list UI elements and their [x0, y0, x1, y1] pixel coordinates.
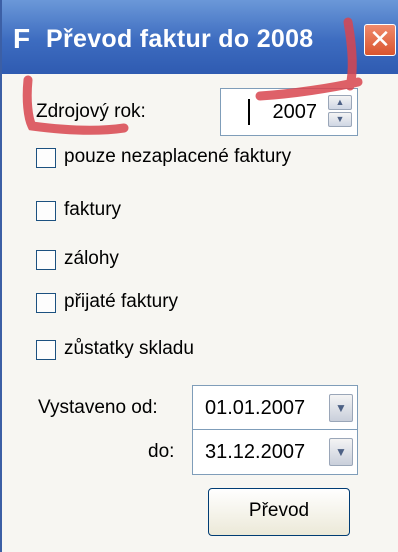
source-year-label: Zdrojový rok:: [36, 101, 146, 122]
checkbox-label: přijaté faktury: [64, 291, 179, 312]
checkbox-deposits[interactable]: [36, 250, 56, 270]
title-bar[interactable]: F Převod faktur do 2008 ✕: [2, 0, 398, 74]
close-icon: ✕: [369, 24, 391, 54]
app-logo-icon: F: [13, 23, 31, 54]
checkbox-label: pouze nezaplacené faktury: [64, 146, 292, 167]
checkbox-stock-balances[interactable]: [36, 340, 56, 360]
issued-to-dropdown-button[interactable]: ▼: [329, 438, 353, 466]
issued-from-label: Vystaveno od:: [38, 397, 158, 418]
dropdown-icon: ▼: [335, 445, 347, 459]
window-title: Převod faktur do 2008: [46, 25, 314, 53]
checkbox-label: faktury: [64, 199, 122, 220]
convert-button[interactable]: Převod: [208, 488, 350, 536]
issued-to-value: 31.12.2007: [205, 441, 306, 463]
checkbox-received-invoices[interactable]: [36, 293, 56, 313]
issued-to-label: do:: [148, 441, 175, 462]
checkbox-label: zůstatky skladu: [64, 338, 194, 359]
spin-down-button[interactable]: ▼: [328, 112, 352, 127]
issued-from-value: 01.01.2007: [205, 397, 306, 419]
close-button[interactable]: ✕: [364, 24, 396, 56]
spinner-buttons: ▲ ▼: [328, 95, 354, 129]
issued-to-date-field[interactable]: 31.12.2007 ▼: [192, 429, 358, 475]
source-year-spinner[interactable]: 2007 ▲ ▼: [220, 88, 358, 136]
issued-from-dropdown-button[interactable]: ▼: [329, 394, 353, 422]
issued-from-date-field[interactable]: 01.01.2007 ▼: [192, 385, 358, 431]
text-caret: [248, 99, 250, 125]
spin-up-button[interactable]: ▲: [328, 95, 352, 110]
dialog-window: F Převod faktur do 2008 ✕ Zdrojový rok: …: [0, 0, 398, 552]
checkbox-invoices[interactable]: [36, 201, 56, 221]
spin-down-icon: ▼: [335, 114, 345, 124]
source-year-value: 2007: [272, 101, 318, 123]
checkbox-label: zálohy: [64, 248, 119, 269]
dropdown-icon: ▼: [335, 401, 347, 415]
spin-up-icon: ▲: [335, 97, 345, 107]
checkbox-unpaid-invoices[interactable]: [36, 148, 56, 168]
